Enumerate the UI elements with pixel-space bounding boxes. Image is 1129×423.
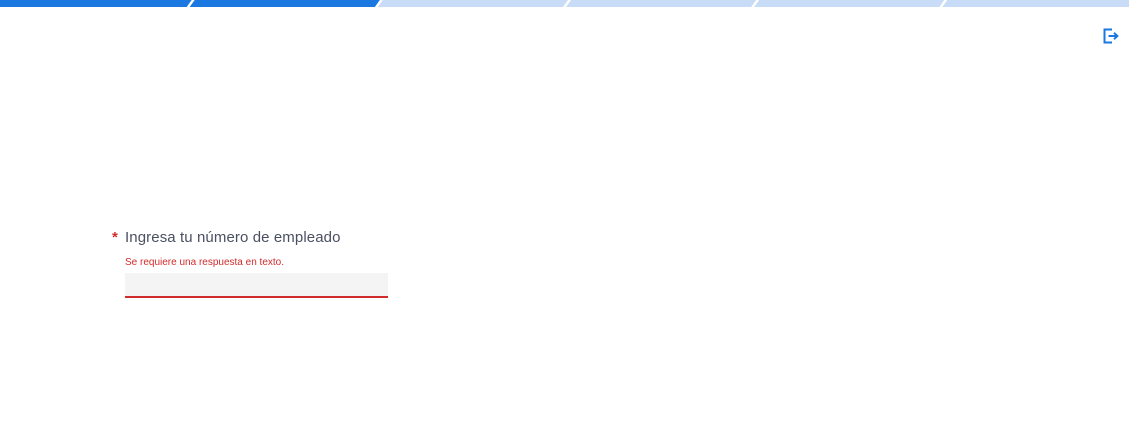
progress-segment [754,0,945,7]
progress-bar [0,0,1129,7]
exit-icon [1103,28,1119,44]
required-marker: * [112,229,118,246]
progress-segment [189,0,380,7]
error-message: Se requiere una respuesta en texto. [125,257,284,268]
exit-button[interactable] [1103,28,1120,44]
employee-number-input[interactable] [125,273,388,298]
progress-segment [0,0,192,7]
question-title: Ingresa tu número de empleado [125,229,341,246]
progress-segment [377,0,568,7]
progress-segment [942,0,1129,7]
survey-page: * Ingresa tu número de empleado Se requi… [0,0,1129,423]
question-header: * Ingresa tu número de empleado [112,228,412,248]
progress-bar-graphic [0,0,1129,7]
progress-segment [566,0,757,7]
question-employee-number: * Ingresa tu número de empleado Se requi… [112,228,412,298]
